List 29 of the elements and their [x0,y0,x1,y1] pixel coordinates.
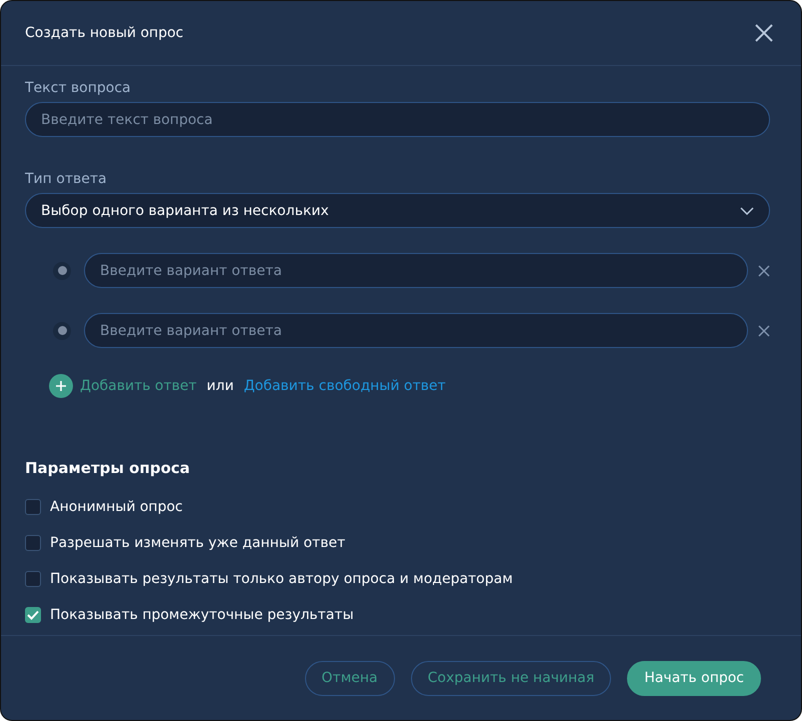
field-label: Текст вопроса [25,80,132,96]
section-title: Параметры опроса [25,459,191,477]
plus-circle-icon[interactable] [49,374,73,398]
start-button[interactable]: Начать опрос [627,660,761,696]
option-label: Разрешать изменять уже данный ответ [50,535,346,551]
checkbox[interactable] [25,499,41,515]
add-answer-link[interactable]: Добавить ответ [80,378,197,394]
answer-input[interactable]: Введите вариант ответа [84,313,748,348]
radio-icon [53,322,71,340]
add-free-answer-link[interactable]: Добавить свободный ответ [244,378,446,394]
chevron-down-icon [740,206,754,214]
checkbox[interactable] [25,607,41,623]
radio-icon [53,262,71,280]
option-label: Показывать промежуточные результаты [50,607,354,623]
field-label: Тип ответа [25,171,108,187]
checkbox[interactable] [25,535,41,551]
option-label: Показывать результаты только автору опроса и модераторам [50,571,513,587]
question-input[interactable]: Введите текст вопроса [25,102,770,137]
option-label: Анонимный опрос [50,499,183,515]
answer-type-dropdown[interactable]: Выбор одного варианта из нескольких [25,193,770,228]
secondary-button[interactable]: Отмена [304,660,395,696]
remove-icon[interactable] [758,264,770,276]
dialog-title: Создать новый опрос [25,25,184,41]
close-icon[interactable] [755,24,773,42]
remove-icon[interactable] [758,324,770,336]
checkbox[interactable] [25,571,41,587]
answer-input[interactable]: Введите вариант ответа [84,253,748,288]
or-text: или [206,378,234,394]
secondary-button[interactable]: Сохранить не начиная [410,660,612,696]
